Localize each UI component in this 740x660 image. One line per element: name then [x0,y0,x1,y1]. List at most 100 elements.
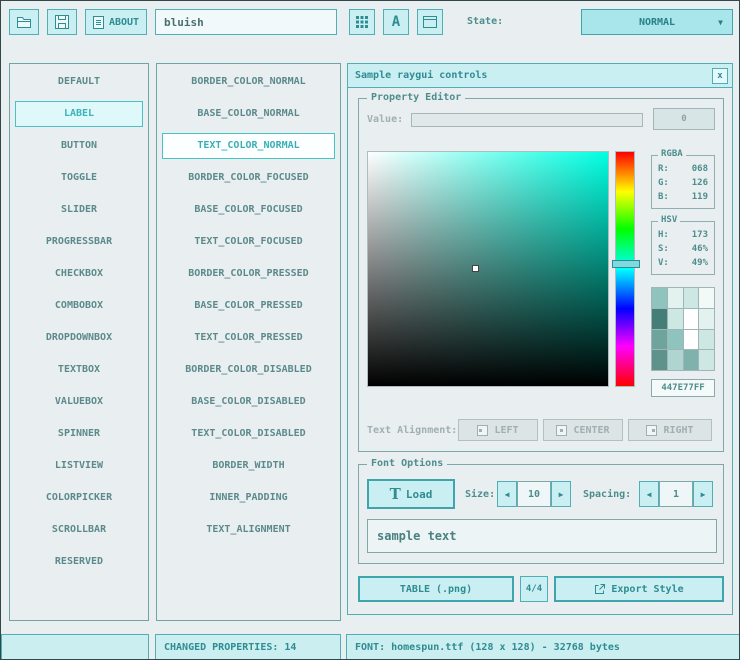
property-list-item[interactable]: BASE_COLOR_DISABLED [162,389,335,415]
color-swatch[interactable] [652,288,667,308]
sample-text-input[interactable]: sample text [367,519,717,553]
rguistyler-app: ABOUT A State: NORMAL ▼ DEFAULT LABEL BU… [0,0,740,660]
align-center-button[interactable]: CENTER [543,419,623,441]
control-list-item[interactable]: LABEL [15,101,143,127]
hue-bar-handle[interactable] [612,260,640,268]
save-file-button[interactable] [47,9,77,35]
color-swatch[interactable] [652,309,667,329]
align-center-icon [556,425,567,436]
control-list-item[interactable]: COLORPICKER [15,485,143,511]
control-list-item[interactable]: BUTTON [15,133,143,159]
property-list-item[interactable]: TEXT_COLOR_FOCUSED [162,229,335,255]
font-size-decrement-button[interactable]: ◀ [497,481,517,507]
property-list-item[interactable]: INNER_PADDING [162,485,335,511]
changed-properties-text: CHANGED PROPERTIES: 14 [164,642,296,653]
control-list-item[interactable]: DEFAULT [15,69,143,95]
property-list-item[interactable]: BORDER_WIDTH [162,453,335,479]
color-swatch[interactable] [699,350,714,370]
export-format-dropdown[interactable]: TABLE (.png) [358,576,514,602]
b-label: B: [658,190,669,204]
about-button[interactable]: ABOUT [85,9,147,35]
control-list-item[interactable]: TOGGLE [15,165,143,191]
property-list-item[interactable]: BASE_COLOR_NORMAL [162,101,335,127]
control-list-item[interactable]: TEXTBOX [15,357,143,383]
window-preview-button[interactable] [417,9,443,35]
align-left-button[interactable]: LEFT [458,419,538,441]
color-swatch[interactable] [668,350,683,370]
font-spacing-increment-button[interactable]: ▶ [693,481,713,507]
font-t-icon: T [390,487,401,502]
align-center-label: CENTER [573,425,609,436]
color-swatch[interactable] [699,288,714,308]
sample-window-titlebar[interactable]: Sample raygui controls [348,64,732,88]
control-list-item[interactable]: LISTVIEW [15,453,143,479]
control-list-item[interactable]: DROPDOWNBOX [15,325,143,351]
style-table-view-button[interactable] [349,9,375,35]
hsv-row-s: S: 46% [652,242,714,256]
font-load-button[interactable]: T Load [367,479,455,509]
controls-listview: DEFAULT LABEL BUTTON TOGGLE SLIDER PROGR… [9,63,149,621]
hue-bar[interactable] [615,151,635,387]
color-swatch[interactable] [668,330,683,350]
property-list-item[interactable]: BASE_COLOR_FOCUSED [162,197,335,223]
color-swatch[interactable] [652,350,667,370]
style-page-label: 4/4 [526,584,542,594]
control-list-item[interactable]: PROGRESSBAR [15,229,143,255]
info-file-icon [93,16,104,29]
color-swatch[interactable] [699,330,714,350]
rgba-row-b: B: 119 [652,190,714,204]
close-icon: x [717,71,722,81]
color-panel-cursor[interactable] [472,265,479,272]
font-spacing-value[interactable]: 1 [659,481,693,507]
control-list-item[interactable]: RESERVED [15,549,143,575]
control-list-item[interactable]: CHECKBOX [15,261,143,287]
chevron-right-icon: ▶ [701,490,706,499]
align-right-label: RIGHT [663,425,693,436]
property-list-item[interactable]: TEXT_COLOR_PRESSED [162,325,335,351]
font-size-increment-button[interactable]: ▶ [551,481,571,507]
property-list-item[interactable]: BORDER_COLOR_PRESSED [162,261,335,287]
r-value: 068 [692,162,708,176]
color-swatch[interactable] [652,330,667,350]
color-swatch[interactable] [684,288,699,308]
property-list-item[interactable]: BORDER_COLOR_FOCUSED [162,165,335,191]
color-swatch[interactable] [699,309,714,329]
align-right-icon [646,425,657,436]
property-list-item[interactable]: TEXT_COLOR_DISABLED [162,421,335,447]
font-spacing-decrement-button[interactable]: ◀ [639,481,659,507]
close-window-button[interactable]: x [712,68,728,84]
color-panel[interactable] [367,151,609,387]
rgba-box-label: RGBA [658,149,686,159]
font-size-value[interactable]: 10 [517,481,551,507]
color-swatch[interactable] [684,330,699,350]
state-dropdown[interactable]: NORMAL ▼ [581,9,733,35]
hsv-box-label: HSV [658,215,680,225]
export-style-button[interactable]: Export Style [554,576,724,602]
statusbar-left [1,634,149,660]
control-list-item[interactable]: COMBOBOX [15,293,143,319]
control-list-item[interactable]: SLIDER [15,197,143,223]
value-slider[interactable] [411,113,643,127]
color-swatch[interactable] [684,350,699,370]
font-atlas-button[interactable]: A [383,9,409,35]
control-list-item[interactable]: VALUEBOX [15,389,143,415]
property-list-item[interactable]: BORDER_COLOR_DISABLED [162,357,335,383]
color-swatch[interactable] [684,309,699,329]
color-swatch[interactable] [668,288,683,308]
export-format-label: TABLE (.png) [400,584,472,595]
style-page-button[interactable]: 4/4 [520,576,548,602]
hex-value-input[interactable]: 447E77FF [651,379,715,397]
property-list-item[interactable]: TEXT_ALIGNMENT [162,517,335,543]
control-list-item[interactable]: SCROLLBAR [15,517,143,543]
font-spacing-label: Spacing: [583,489,631,500]
property-list-item[interactable]: TEXT_COLOR_NORMAL [162,133,335,159]
control-list-item[interactable]: SPINNER [15,421,143,447]
style-name-input[interactable] [155,9,337,35]
open-file-button[interactable] [9,9,39,35]
sample-text-value: sample text [377,529,456,543]
property-list-item[interactable]: BORDER_COLOR_NORMAL [162,69,335,95]
property-list-item[interactable]: BASE_COLOR_PRESSED [162,293,335,319]
align-right-button[interactable]: RIGHT [628,419,712,441]
color-swatch[interactable] [668,309,683,329]
value-button[interactable]: 0 [653,108,715,130]
